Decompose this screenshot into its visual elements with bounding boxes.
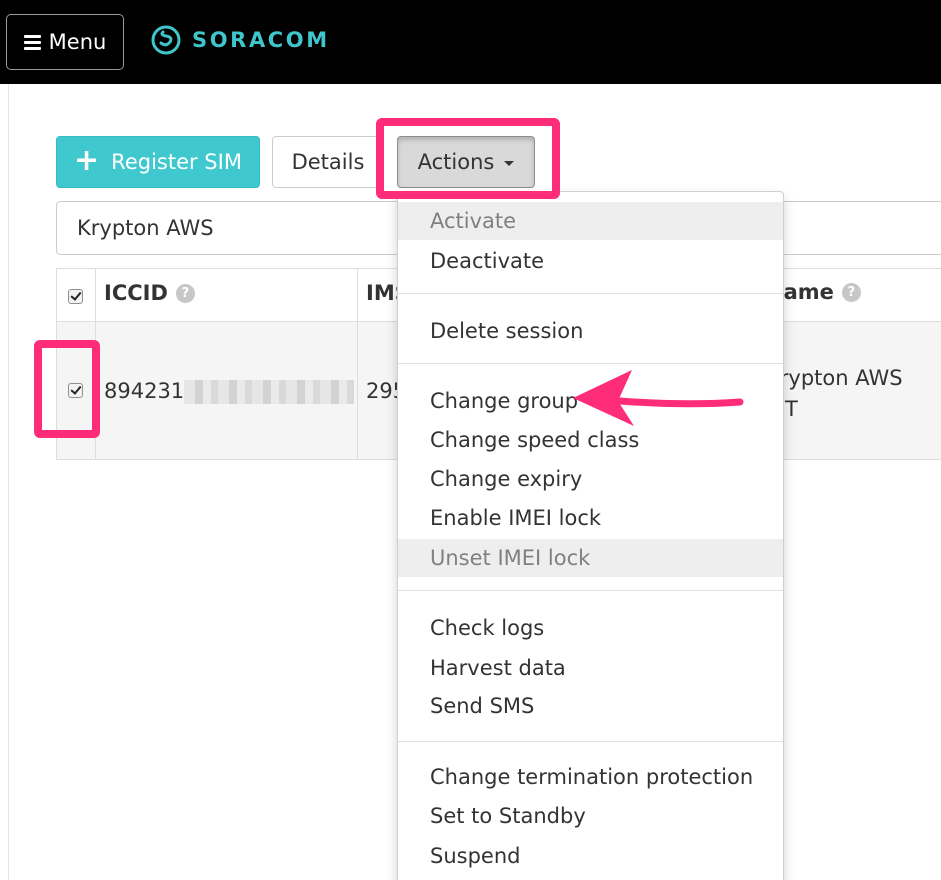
plus-icon: + bbox=[74, 142, 100, 178]
menu-divider bbox=[398, 590, 783, 591]
menu-item-label: Change termination protection bbox=[430, 765, 754, 789]
menu-item-suspend[interactable]: Suspend bbox=[398, 837, 783, 875]
menu-item-label: Unset IMEI lock bbox=[430, 546, 591, 570]
menu-item-label: Deactivate bbox=[430, 249, 545, 273]
name-line-1: Krypton AWS bbox=[766, 366, 903, 390]
menu-item-label: Set to Standby bbox=[430, 804, 586, 828]
help-icon[interactable]: ? bbox=[841, 282, 861, 302]
menu-item-send-sms[interactable]: Send SMS bbox=[398, 687, 783, 725]
menu-item-change-expiry[interactable]: Change expiry bbox=[398, 460, 783, 498]
actions-dropdown-menu: Activate Deactivate Delete session Chang… bbox=[397, 191, 784, 880]
column-divider bbox=[95, 269, 96, 459]
menu-item-label: Suspend bbox=[430, 844, 521, 868]
menu-item-label: Change speed class bbox=[430, 428, 640, 452]
menu-button[interactable]: Menu bbox=[6, 14, 124, 70]
soracom-logo[interactable]: SORACOM bbox=[150, 24, 330, 56]
column-divider bbox=[357, 269, 358, 459]
menu-item-enable-imei-lock[interactable]: Enable IMEI lock bbox=[398, 499, 783, 537]
actions-label: Actions bbox=[417, 150, 495, 174]
menu-item-label: Delete session bbox=[430, 319, 584, 343]
menu-item-harvest-data[interactable]: Harvest data bbox=[398, 649, 783, 687]
menu-item-label: Send SMS bbox=[430, 694, 535, 718]
column-header-iccid[interactable]: ICCID ? bbox=[104, 281, 195, 305]
brand-name: SORACOM bbox=[192, 28, 330, 52]
details-button[interactable]: Details bbox=[272, 136, 384, 188]
menu-button-label: Menu bbox=[48, 30, 107, 54]
menu-item-check-logs[interactable]: Check logs bbox=[398, 609, 783, 647]
menu-item-label: Change expiry bbox=[430, 467, 583, 491]
hamburger-icon bbox=[23, 34, 41, 50]
menu-divider bbox=[398, 293, 783, 294]
iccid-cell: 894231 bbox=[104, 379, 355, 404]
menu-divider bbox=[398, 363, 783, 364]
menu-item-change-speed-class[interactable]: Change speed class bbox=[398, 421, 783, 459]
top-navbar: Menu SORACOM bbox=[0, 0, 941, 84]
name-cell: Krypton AWS IoT bbox=[766, 363, 903, 425]
menu-item-change-termination-protection[interactable]: Change termination protection bbox=[398, 758, 783, 796]
row-checkbox[interactable] bbox=[68, 383, 83, 398]
help-icon[interactable]: ? bbox=[175, 283, 195, 303]
select-all-checkbox[interactable] bbox=[68, 289, 83, 304]
register-sim-label: Register SIM bbox=[111, 150, 242, 174]
menu-divider bbox=[398, 741, 783, 742]
menu-item-change-group[interactable]: Change group bbox=[398, 382, 783, 420]
menu-item-set-to-standby[interactable]: Set to Standby bbox=[398, 797, 783, 835]
menu-item-unset-imei-lock: Unset IMEI lock bbox=[398, 539, 783, 577]
soracom-logo-icon bbox=[151, 25, 181, 55]
menu-item-activate: Activate bbox=[398, 202, 783, 240]
menu-item-label: Activate bbox=[430, 209, 517, 233]
name-line-2: IoT bbox=[766, 394, 903, 425]
details-label: Details bbox=[291, 150, 365, 174]
column-header-label: ICCID bbox=[104, 281, 168, 305]
menu-item-label: Check logs bbox=[430, 616, 545, 640]
redacted-blur bbox=[184, 380, 355, 404]
menu-item-label: Change group bbox=[430, 389, 579, 413]
caret-down-icon bbox=[504, 161, 515, 166]
menu-item-delete-session[interactable]: Delete session bbox=[398, 312, 783, 350]
iccid-value: 894231 bbox=[104, 379, 185, 403]
register-sim-button[interactable]: + Register SIM bbox=[56, 136, 260, 188]
menu-item-label: Harvest data bbox=[430, 656, 566, 680]
menu-item-deactivate[interactable]: Deactivate bbox=[398, 242, 783, 280]
actions-button[interactable]: Actions bbox=[397, 136, 535, 188]
menu-item-label: Enable IMEI lock bbox=[430, 506, 602, 530]
